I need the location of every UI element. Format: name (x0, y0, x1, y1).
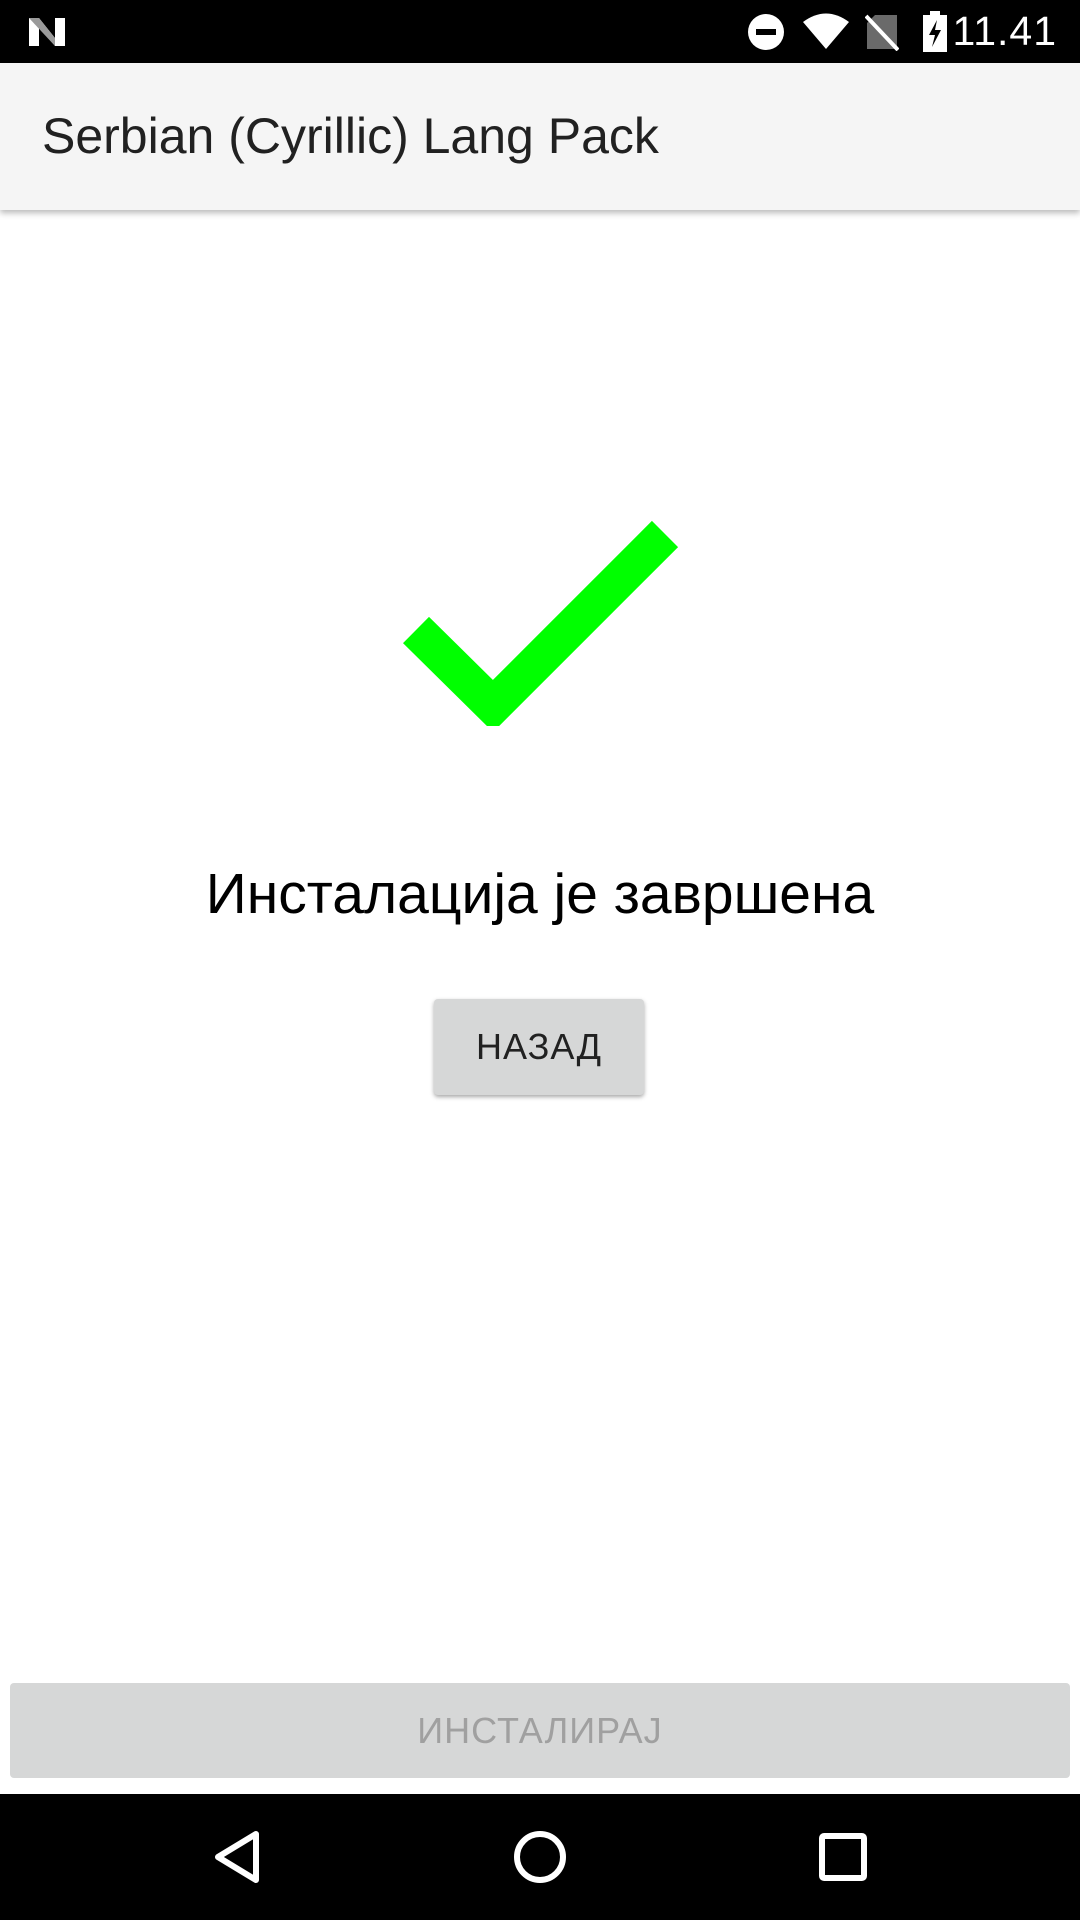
notification-n-icon (22, 0, 72, 63)
battery-charging-icon (918, 0, 952, 63)
do-not-disturb-icon (744, 0, 788, 63)
app-title: Serbian (Cyrillic) Lang Pack (42, 108, 659, 164)
app-bar: Serbian (Cyrillic) Lang Pack (0, 63, 1080, 210)
home-circle-icon[interactable] (477, 1794, 603, 1920)
install-button[interactable]: ИНСТАЛИРАЈ (10, 1683, 1070, 1778)
back-button[interactable]: НАЗАД (434, 999, 644, 1095)
status-bar: 11.41 (0, 0, 1080, 63)
recents-square-icon[interactable] (780, 1794, 906, 1920)
navigation-bar (0, 1794, 1080, 1920)
installation-complete-message: Инсталација је завршена (205, 862, 875, 926)
wifi-icon (800, 0, 852, 63)
back-triangle-icon[interactable] (174, 1794, 300, 1920)
clock: 11.41 (952, 8, 1057, 54)
no-sim-icon (862, 0, 902, 63)
checkmark-icon (403, 520, 679, 726)
